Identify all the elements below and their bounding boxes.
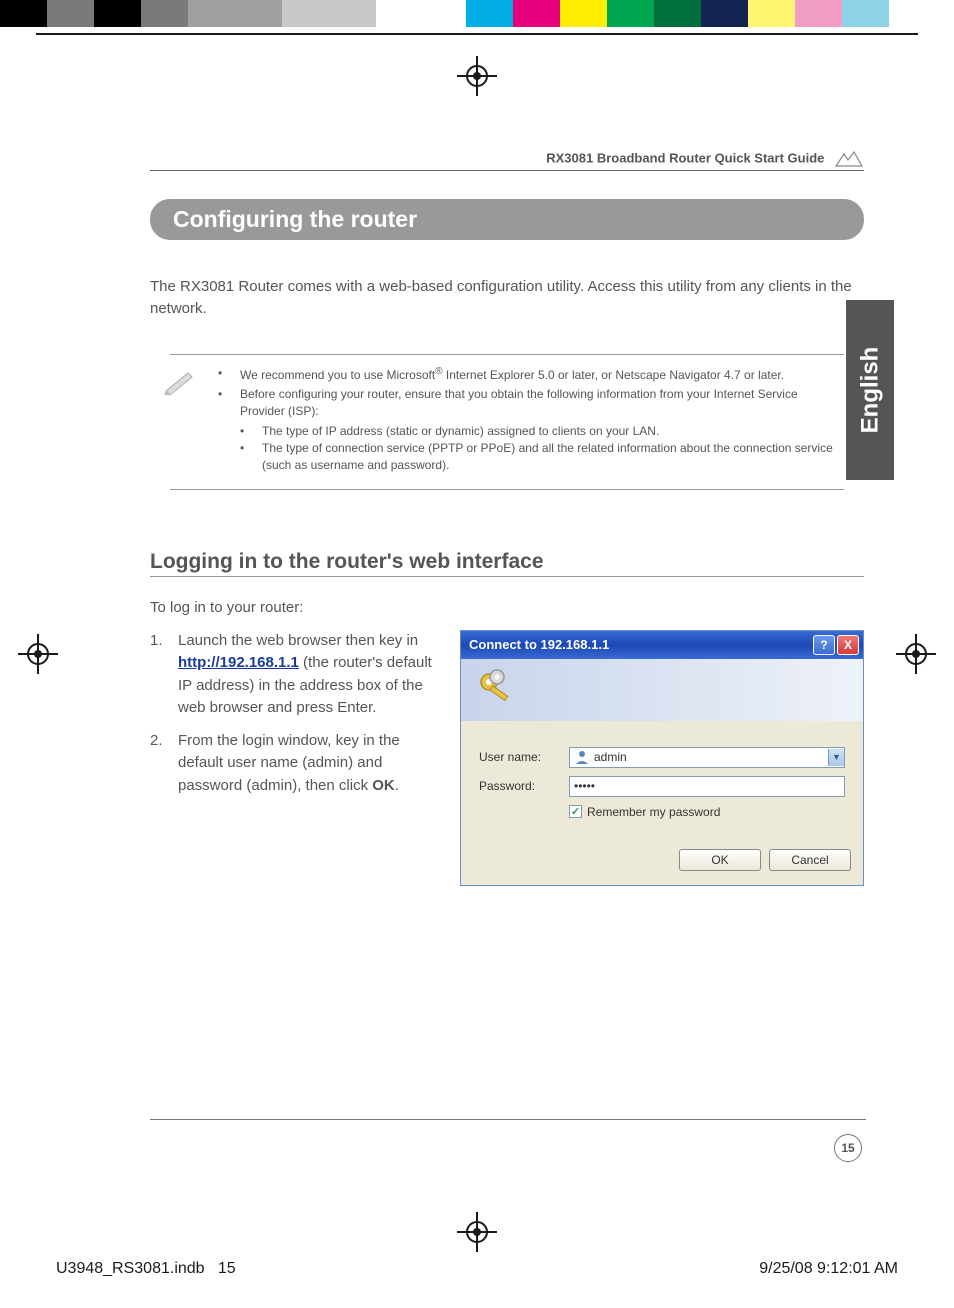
step-text: Launch the web browser then key in <box>178 632 418 649</box>
print-footer: U3948_RS3081.indb 15 9/25/08 9:12:01 AM <box>56 1260 898 1278</box>
remember-label: Remember my password <box>587 805 720 819</box>
remember-checkbox[interactable]: ✓ <box>569 805 582 818</box>
dialog-banner <box>461 659 863 721</box>
note-subitem: The type of IP address (static or dynami… <box>240 423 844 440</box>
password-input[interactable]: ••••• <box>569 776 845 797</box>
username-value: admin <box>594 750 627 764</box>
footer-pageno: 15 <box>218 1260 236 1277</box>
step-text: From the login window, key in the defaul… <box>178 732 400 794</box>
step-text-bold: OK <box>372 777 395 794</box>
footer-right: 9/25/08 9:12:01 AM <box>759 1260 898 1278</box>
step-text: . <box>395 777 399 794</box>
router-ip-link[interactable]: http://192.168.1.1 <box>178 654 299 671</box>
section-title: Configuring the router <box>151 206 863 233</box>
footer-rule <box>150 1119 866 1120</box>
page-number: 15 <box>834 1134 862 1162</box>
dialog-help-button[interactable]: ? <box>813 635 835 655</box>
user-icon <box>574 749 590 765</box>
note-box: We recommend you to use Microsoft® Inter… <box>170 354 844 490</box>
ok-button[interactable]: OK <box>679 849 761 871</box>
note-pencil-icon <box>160 367 198 397</box>
note-text: Before configuring your router, ensure t… <box>240 387 798 418</box>
footer-left: U3948_RS3081.indb 15 <box>56 1260 236 1278</box>
login-dialog: Connect to 192.168.1.1 ? X User name: <box>460 630 864 886</box>
cancel-button[interactable]: Cancel <box>769 849 851 871</box>
username-label: User name: <box>479 750 569 764</box>
footer-filename: U3948_RS3081.indb <box>56 1260 205 1277</box>
step-item: 1. Launch the web browser then key in ht… <box>150 630 440 720</box>
steps-intro: To log in to your router: <box>150 599 864 616</box>
note-text: ® <box>435 366 442 377</box>
chevron-down-icon[interactable]: ▼ <box>828 749 844 766</box>
registration-mark-icon <box>457 56 497 96</box>
dialog-title-text: Connect to 192.168.1.1 <box>469 637 609 652</box>
running-header: RX3081 Broadband Router Quick Start Guid… <box>150 150 864 171</box>
dialog-titlebar: Connect to 192.168.1.1 ? X <box>461 631 863 659</box>
section-title-banner: Configuring the router <box>150 199 864 240</box>
note-subitem: The type of connection service (PPTP or … <box>240 440 844 475</box>
page-number-wrap: 15 <box>834 1134 862 1162</box>
subsection-heading: Logging in to the router's web interface <box>150 550 864 577</box>
password-value: ••••• <box>574 779 595 793</box>
doc-title: RX3081 Broadband Router Quick Start Guid… <box>546 150 824 165</box>
registration-mark-icon <box>18 634 58 674</box>
password-label: Password: <box>479 779 569 793</box>
username-combobox[interactable]: admin ▼ <box>569 747 845 768</box>
topbar-underline <box>36 33 918 35</box>
print-color-bar <box>0 0 954 32</box>
note-text: We recommend you to use Microsoft <box>240 368 435 382</box>
brand-logo-icon <box>834 150 864 168</box>
dialog-close-button[interactable]: X <box>837 635 859 655</box>
step-item: 2. From the login window, key in the def… <box>150 730 440 798</box>
page-content: RX3081 Broadband Router Quick Start Guid… <box>150 150 864 1158</box>
registration-mark-icon <box>896 634 936 674</box>
note-item: We recommend you to use Microsoft® Inter… <box>218 365 844 384</box>
registration-mark-icon <box>457 1212 497 1252</box>
note-item: Before configuring your router, ensure t… <box>218 386 844 475</box>
keys-icon <box>475 668 519 712</box>
intro-paragraph: The RX3081 Router comes with a web-based… <box>150 276 864 320</box>
note-text: Internet Explorer 5.0 or later, or Netsc… <box>443 368 785 382</box>
